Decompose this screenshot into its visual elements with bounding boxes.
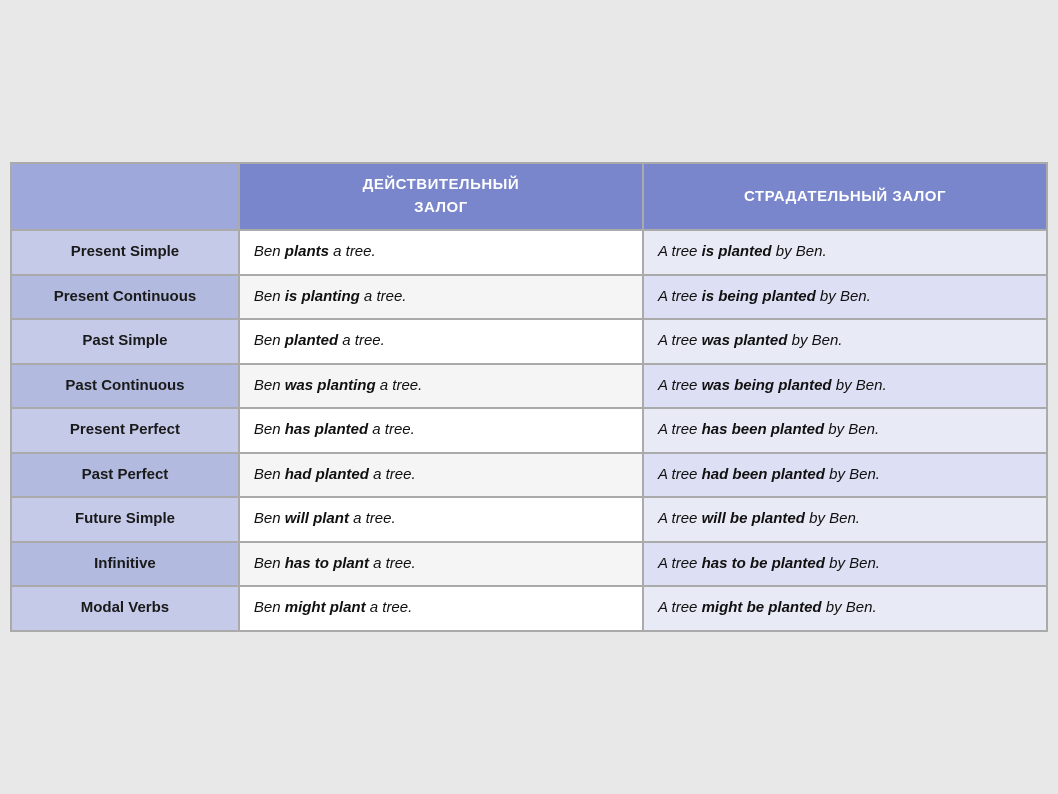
active-voice-cell: Ben will plant a tree. xyxy=(239,497,643,542)
active-voice-cell: Ben has to plant a tree. xyxy=(239,542,643,587)
page-wrapper: ДЕЙСТВИТЕЛЬНЫЙЗАЛОГ СТРАДАТЕЛЬНЫЙ ЗАЛОГ … xyxy=(0,152,1058,642)
header-tense xyxy=(11,163,239,230)
passive-voice-cell: A tree will be planted by Ben. xyxy=(643,497,1047,542)
passive-voice-cell: A tree had been planted by Ben. xyxy=(643,453,1047,498)
passive-voice-cell: A tree might be planted by Ben. xyxy=(643,586,1047,631)
tense-label: Infinitive xyxy=(11,542,239,587)
tense-label: Future Simple xyxy=(11,497,239,542)
passive-voice-cell: A tree is being planted by Ben. xyxy=(643,275,1047,320)
tense-label: Modal Verbs xyxy=(11,586,239,631)
passive-voice-cell: A tree was planted by Ben. xyxy=(643,319,1047,364)
header-passive: СТРАДАТЕЛЬНЫЙ ЗАЛОГ xyxy=(643,163,1047,230)
passive-voice-cell: A tree was being planted by Ben. xyxy=(643,364,1047,409)
tense-label: Present Perfect xyxy=(11,408,239,453)
passive-voice-cell: A tree is planted by Ben. xyxy=(643,230,1047,275)
active-voice-cell: Ben plants a tree. xyxy=(239,230,643,275)
active-voice-cell: Ben might plant a tree. xyxy=(239,586,643,631)
active-voice-cell: Ben had planted a tree. xyxy=(239,453,643,498)
tense-label: Present Continuous xyxy=(11,275,239,320)
tense-label: Present Simple xyxy=(11,230,239,275)
active-voice-cell: Ben is planting a tree. xyxy=(239,275,643,320)
passive-voice-cell: A tree has to be planted by Ben. xyxy=(643,542,1047,587)
header-active: ДЕЙСТВИТЕЛЬНЫЙЗАЛОГ xyxy=(239,163,643,230)
active-voice-cell: Ben was planting a tree. xyxy=(239,364,643,409)
tense-label: Past Perfect xyxy=(11,453,239,498)
grammar-table: ДЕЙСТВИТЕЛЬНЫЙЗАЛОГ СТРАДАТЕЛЬНЫЙ ЗАЛОГ … xyxy=(10,162,1048,632)
active-voice-cell: Ben has planted a tree. xyxy=(239,408,643,453)
tense-label: Past Simple xyxy=(11,319,239,364)
passive-voice-cell: A tree has been planted by Ben. xyxy=(643,408,1047,453)
tense-label: Past Continuous xyxy=(11,364,239,409)
active-voice-cell: Ben planted a tree. xyxy=(239,319,643,364)
